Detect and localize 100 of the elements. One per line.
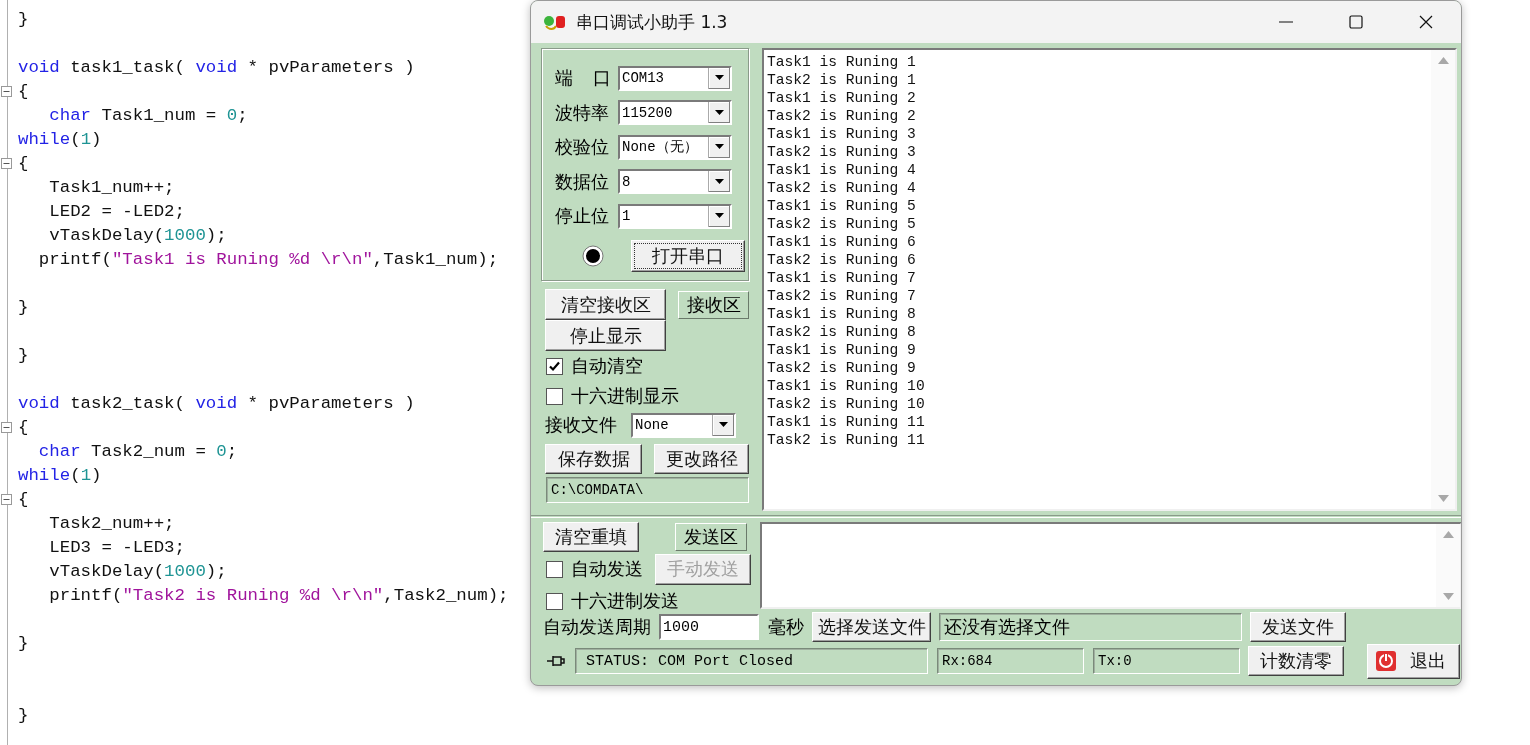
checkbox-label: 自动清空 bbox=[571, 354, 643, 378]
received-line: Task2 is Runing 8 bbox=[767, 323, 917, 341]
reset-count-button[interactable]: 计数清零 bbox=[1248, 646, 1344, 676]
field-label: 波特率 bbox=[554, 100, 610, 125]
combo-box[interactable]: 8 bbox=[618, 169, 732, 195]
field-label: 自动发送周期 bbox=[543, 615, 652, 639]
dropdown-arrow-icon bbox=[715, 109, 724, 116]
code-line: printf("Task1 is Runing %d \r\n",Task1_num); bbox=[37, 249, 499, 271]
scroll-up-icon[interactable] bbox=[1437, 56, 1449, 65]
power-icon bbox=[1376, 651, 1396, 671]
dropdown-arrow-icon bbox=[715, 213, 724, 220]
received-line: Task1 is Runing 7 bbox=[767, 269, 917, 287]
received-line: Task2 is Runing 5 bbox=[767, 215, 917, 233]
checkbox[interactable] bbox=[546, 560, 563, 578]
received-line: Task1 is Runing 8 bbox=[767, 305, 917, 323]
pin-icon bbox=[545, 653, 565, 669]
collapse-icon[interactable] bbox=[1, 494, 12, 505]
received-line: Task1 is Runing 10 bbox=[767, 377, 926, 395]
field-label: 接收文件 bbox=[545, 413, 618, 437]
code-line: Task1_num++; bbox=[48, 177, 175, 199]
checkbox-label: 十六进制发送 bbox=[571, 589, 679, 613]
status-field: STATUS: COM Port Closed bbox=[575, 648, 928, 674]
code-line: char Task1_num = 0; bbox=[48, 105, 248, 127]
scrollbar[interactable] bbox=[1436, 524, 1460, 607]
received-line: Task2 is Runing 3 bbox=[767, 143, 917, 161]
code-line: } bbox=[18, 345, 29, 367]
field-label: 数据位 bbox=[554, 169, 610, 194]
unit-label: 毫秒 bbox=[768, 615, 805, 639]
received-line: Task1 is Runing 1 bbox=[767, 53, 917, 71]
code-line: vTaskDelay(1000); bbox=[48, 225, 227, 247]
checkbox-label: 十六进制显示 bbox=[571, 384, 679, 408]
received-line: Task2 is Runing 11 bbox=[767, 431, 926, 449]
dropdown-arrow-icon bbox=[715, 178, 724, 185]
clear-receive-button[interactable]: 清空接收区 bbox=[545, 289, 666, 320]
combo-box[interactable]: COM13 bbox=[618, 65, 732, 91]
combo-box[interactable]: 115200 bbox=[618, 100, 732, 126]
combo-box[interactable]: None（无） bbox=[618, 134, 732, 160]
checkbox-label: 自动发送 bbox=[571, 557, 643, 581]
received-line: Task1 is Runing 5 bbox=[767, 197, 917, 215]
dropdown-arrow-icon bbox=[719, 422, 728, 428]
code-line: LED3 = -LED3; bbox=[48, 537, 185, 559]
clear-send-button[interactable]: 清空重填 bbox=[543, 522, 639, 552]
received-line: Task1 is Runing 2 bbox=[767, 89, 917, 107]
path-field: C:\COMDATA\ bbox=[546, 477, 749, 503]
open-port-button[interactable]: 打开串口 bbox=[631, 239, 745, 272]
code-line: } bbox=[18, 633, 29, 655]
field-label: 校验位 bbox=[554, 135, 610, 160]
received-line: Task2 is Runing 1 bbox=[767, 71, 917, 89]
code-line: char Task2_num = 0; bbox=[37, 441, 238, 463]
scroll-down-icon[interactable] bbox=[1437, 494, 1449, 503]
stop-display-button[interactable]: 停止显示 bbox=[545, 320, 666, 351]
received-line: Task1 is Runing 11 bbox=[767, 413, 926, 431]
send-area[interactable] bbox=[760, 522, 1461, 609]
received-line: Task1 is Runing 6 bbox=[767, 233, 917, 251]
code-line: vTaskDelay(1000); bbox=[48, 561, 227, 583]
collapse-icon[interactable] bbox=[1, 158, 12, 169]
code-line: while(1) bbox=[18, 129, 102, 151]
minimize-icon bbox=[1279, 21, 1293, 23]
checkbox[interactable] bbox=[546, 592, 563, 610]
received-line: Task2 is Runing 7 bbox=[767, 287, 917, 305]
code-line: { bbox=[18, 489, 29, 511]
save-data-button[interactable]: 保存数据 bbox=[545, 444, 642, 474]
collapse-icon[interactable] bbox=[1, 422, 12, 433]
code-line: while(1) bbox=[18, 465, 102, 487]
combo-box[interactable]: None bbox=[631, 412, 736, 438]
received-line: Task1 is Runing 4 bbox=[767, 161, 917, 179]
received-line: Task2 is Runing 6 bbox=[767, 251, 917, 269]
received-line: Task2 is Runing 10 bbox=[767, 395, 926, 413]
code-line: { bbox=[18, 153, 29, 175]
checkbox[interactable] bbox=[546, 357, 563, 375]
change-path-button[interactable]: 更改路径 bbox=[654, 444, 749, 474]
code-line: { bbox=[18, 81, 29, 103]
period-input[interactable]: 1000 bbox=[659, 614, 759, 640]
received-line: Task2 is Runing 4 bbox=[767, 179, 917, 197]
received-line: Task2 is Runing 9 bbox=[767, 359, 917, 377]
code-line: Task2_num++; bbox=[48, 513, 175, 535]
checkbox[interactable] bbox=[546, 387, 563, 405]
field-label: 端 口 bbox=[554, 66, 613, 91]
maximize-icon bbox=[1348, 14, 1364, 30]
window-title: 串口调试小助手 1.3 bbox=[576, 10, 729, 34]
receive-area[interactable] bbox=[762, 48, 1457, 511]
scroll-down-icon[interactable] bbox=[1442, 592, 1454, 601]
code-line: void task2_task( void * pvParameters ) bbox=[18, 393, 415, 415]
scroll-up-icon[interactable] bbox=[1442, 530, 1454, 539]
combo-box[interactable]: 1 bbox=[618, 203, 732, 229]
received-line: Task2 is Runing 2 bbox=[767, 107, 917, 125]
tx-counter: Tx:0 bbox=[1093, 648, 1240, 674]
close-icon bbox=[1418, 14, 1434, 30]
scrollbar[interactable] bbox=[1431, 50, 1455, 509]
choose-file-button[interactable]: 选择发送文件 bbox=[812, 612, 931, 642]
file-status-field: 还没有选择文件 bbox=[939, 613, 1242, 641]
rx-counter: Rx:684 bbox=[937, 648, 1084, 674]
received-line: Task1 is Runing 3 bbox=[767, 125, 917, 143]
field-label: 停止位 bbox=[554, 204, 610, 229]
code-line: } bbox=[18, 705, 29, 727]
exit-button[interactable]: 退出 bbox=[1367, 643, 1460, 679]
collapse-icon[interactable] bbox=[1, 86, 12, 97]
code-line: void task1_task( void * pvParameters ) bbox=[18, 57, 415, 79]
area-label: 接收区 bbox=[678, 290, 749, 319]
send-file-button[interactable]: 发送文件 bbox=[1250, 612, 1346, 642]
